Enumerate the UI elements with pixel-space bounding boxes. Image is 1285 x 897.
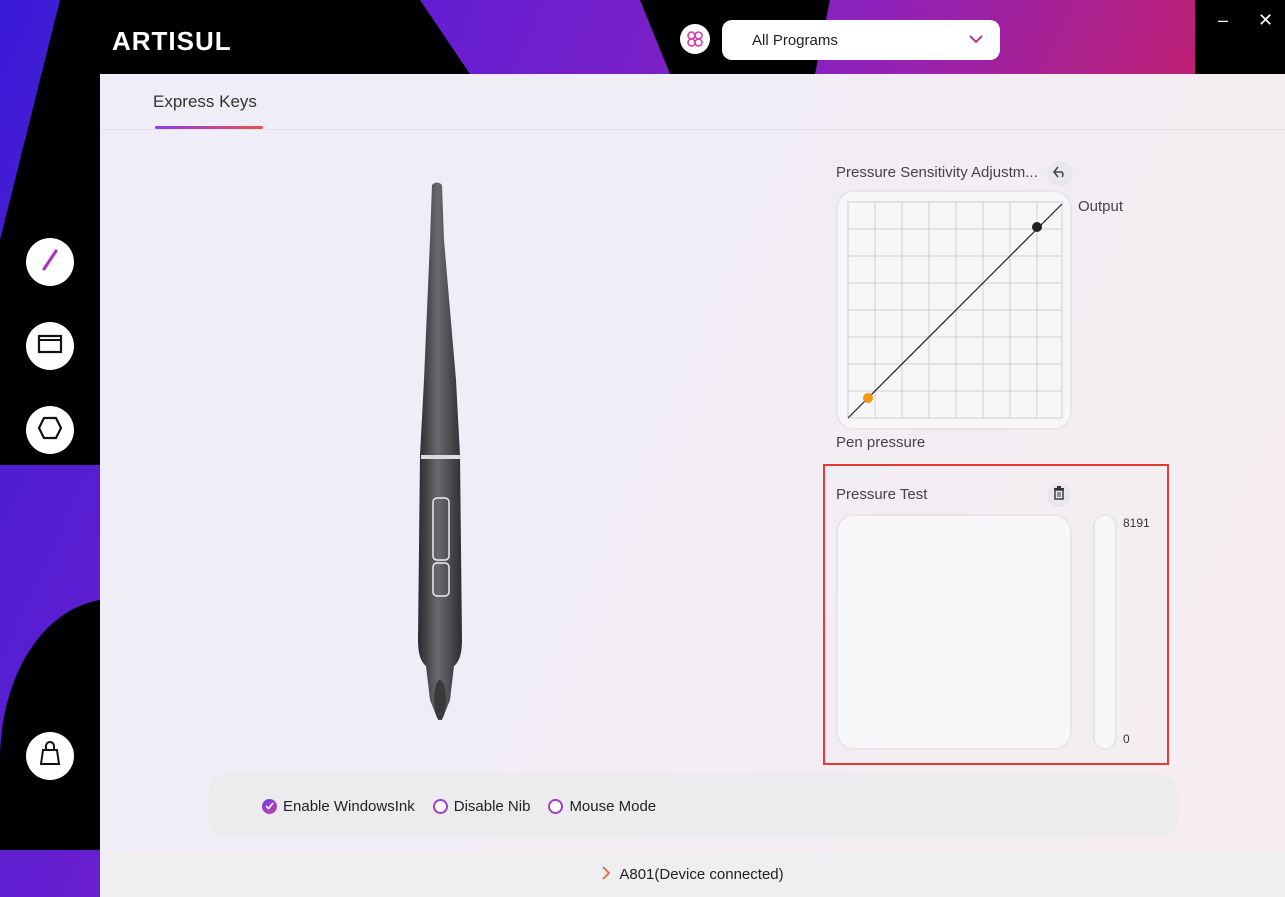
sidebar-item-display[interactable]	[26, 322, 74, 370]
option-enable-windowsink[interactable]: Enable WindowsInk	[262, 798, 415, 815]
device-status-bar[interactable]: A801(Device connected)	[100, 852, 1285, 897]
radio-icon	[432, 798, 448, 814]
pressure-sensitivity-title: Pressure Sensitivity Adjustm...	[836, 164, 1038, 181]
pressure-level-bar	[1093, 514, 1117, 750]
pressure-test-title: Pressure Test	[836, 486, 928, 503]
pressure-test-canvas[interactable]	[836, 514, 1072, 750]
active-tab-indicator	[155, 126, 263, 129]
sidebar-item-store[interactable]	[26, 732, 74, 780]
output-axis-label: Output	[1078, 198, 1124, 215]
option-mouse-mode[interactable]: Mouse Mode	[548, 798, 656, 815]
option-label: Mouse Mode	[569, 797, 657, 815]
close-button[interactable]: ✕	[1258, 10, 1273, 31]
pressure-min-label: 0	[1123, 732, 1130, 746]
chevron-right-icon	[601, 865, 611, 884]
pressure-curve-graph[interactable]	[836, 190, 1072, 430]
minimize-button[interactable]: –	[1218, 10, 1228, 31]
pen-illustration	[410, 180, 470, 730]
app-logo: ARTISUL	[112, 26, 232, 56]
display-icon	[37, 333, 63, 360]
programs-icon[interactable]	[680, 24, 710, 54]
program-select[interactable]: All Programs	[722, 20, 1000, 60]
sidebar-item-pen[interactable]	[26, 238, 74, 286]
pen-mode-options: Enable WindowsInk Disable Nib Mouse Mode	[208, 774, 1178, 838]
store-bag-icon	[38, 740, 62, 772]
radio-icon	[548, 798, 564, 814]
pen-pressure-axis-label: Pen pressure	[836, 434, 926, 451]
sidebar-item-shortcut[interactable]	[26, 406, 74, 454]
reset-curve-button[interactable]	[1047, 161, 1073, 187]
option-disable-nib[interactable]: Disable Nib	[432, 797, 531, 815]
device-status-text: A801(Device connected)	[619, 866, 784, 883]
clear-pressure-test-button[interactable]	[1047, 483, 1071, 507]
tab-bar: Express Keys	[100, 74, 1285, 130]
undo-icon	[1052, 165, 1068, 184]
curve-handle-high	[1032, 222, 1042, 232]
tab-express-keys[interactable]: Express Keys	[153, 92, 257, 112]
curve-handle-low	[863, 393, 873, 403]
program-select-value: All Programs	[752, 31, 838, 49]
trash-icon	[1053, 485, 1065, 505]
chevron-down-icon	[968, 32, 984, 49]
checked-radio-icon	[262, 798, 277, 814]
pressure-max-label: 8191	[1123, 516, 1150, 530]
pen-icon	[38, 248, 62, 277]
option-label: Disable Nib	[453, 797, 531, 815]
option-label: Enable WindowsInk	[283, 797, 415, 815]
hexagon-icon	[37, 416, 63, 445]
